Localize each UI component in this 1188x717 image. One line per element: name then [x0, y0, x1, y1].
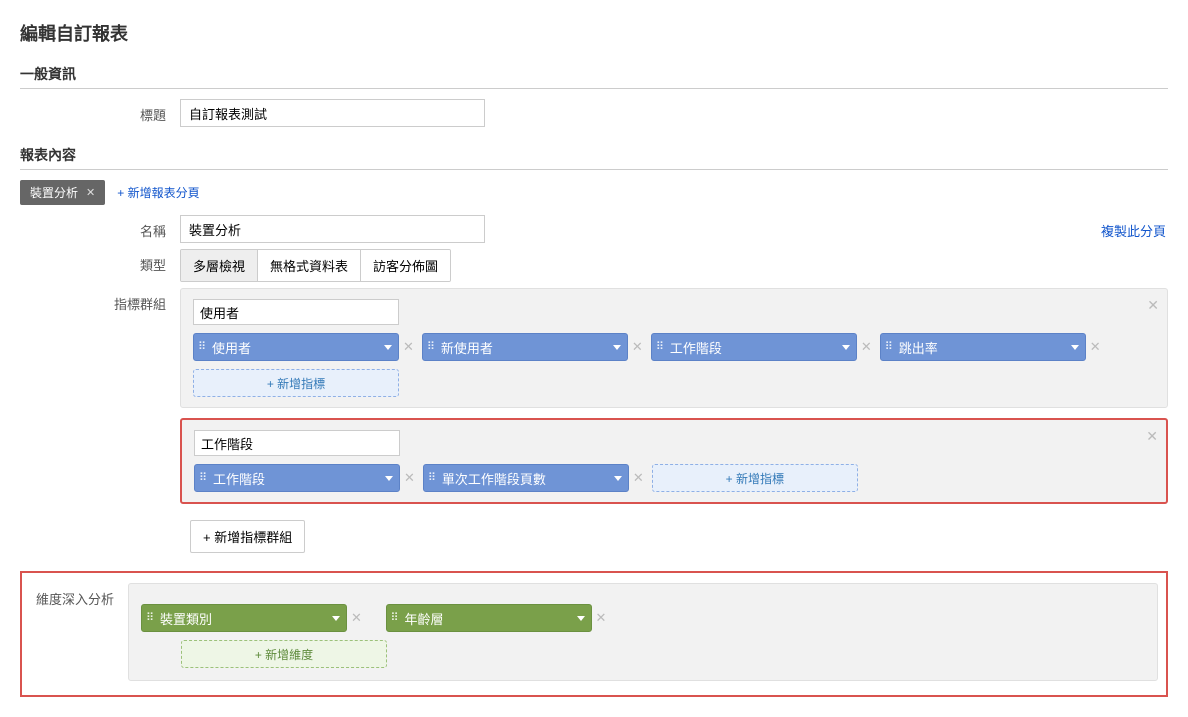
chevron-down-icon: [1071, 345, 1079, 350]
dimension-chip-age[interactable]: ⠿ 年齡層: [386, 604, 592, 632]
chevron-down-icon: [842, 345, 850, 350]
chevron-down-icon: [577, 616, 585, 621]
chevron-down-icon: [614, 476, 622, 481]
drag-handle-icon[interactable]: ⠿: [656, 343, 666, 351]
remove-dimension-icon[interactable]: ✕: [351, 610, 362, 626]
name-input[interactable]: [180, 215, 485, 243]
metric-chip-new-users[interactable]: ⠿ 新使用者: [422, 333, 628, 361]
remove-metric-icon[interactable]: ✕: [403, 339, 414, 355]
metric-chip-bounce-rate[interactable]: ⠿ 跳出率: [880, 333, 1086, 361]
metric-group-name-input[interactable]: [193, 299, 399, 325]
drag-handle-icon[interactable]: ⠿: [428, 474, 438, 482]
metric-chip-sessions[interactable]: ⠿ 工作階段: [194, 464, 400, 492]
remove-metric-icon[interactable]: ✕: [861, 339, 872, 355]
metric-group-name-input[interactable]: [194, 430, 400, 456]
drag-handle-icon[interactable]: ⠿: [146, 614, 156, 622]
tab-close-icon[interactable]: ✕: [86, 186, 95, 199]
metric-chip-users[interactable]: ⠿ 使用者: [193, 333, 399, 361]
drag-handle-icon[interactable]: ⠿: [427, 343, 437, 351]
add-metric-group-button[interactable]: + 新增指標群組: [190, 520, 305, 553]
add-metric-button[interactable]: + 新增指標: [652, 464, 858, 492]
duplicate-tab-link[interactable]: 複製此分頁: [1101, 221, 1166, 240]
remove-metric-icon[interactable]: ✕: [632, 339, 643, 355]
metric-group-1: ✕ ⠿ 使用者 ✕ ⠿ 新使用者: [180, 288, 1168, 408]
add-tab-link[interactable]: + 新增報表分頁: [117, 184, 199, 201]
drag-handle-icon[interactable]: ⠿: [391, 614, 401, 622]
add-dimension-button[interactable]: + 新增維度: [181, 640, 387, 668]
dimension-chip-device-category[interactable]: ⠿ 裝置類別: [141, 604, 347, 632]
title-input[interactable]: [180, 99, 485, 127]
remove-dimension-icon[interactable]: ✕: [596, 610, 607, 626]
add-metric-button[interactable]: + 新增指標: [193, 369, 399, 397]
remove-metric-icon[interactable]: ✕: [633, 470, 644, 486]
type-flat-table[interactable]: 無格式資料表: [258, 250, 361, 281]
type-multi-layer[interactable]: 多層檢視: [181, 250, 258, 281]
report-type-group: 多層檢視 無格式資料表 訪客分佈圖: [180, 249, 451, 282]
dimension-drilldown-panel: ⠿ 裝置類別 ✕ ⠿ 年齡層 ✕: [128, 583, 1158, 681]
metric-group-label: 指標群組: [20, 288, 180, 313]
tab-device-analysis[interactable]: 裝置分析 ✕: [20, 180, 105, 205]
drag-handle-icon[interactable]: ⠿: [199, 474, 209, 482]
chevron-down-icon: [332, 616, 340, 621]
content-heading: 報表內容: [20, 145, 1168, 170]
page-title: 編輯自訂報表: [20, 20, 1168, 46]
dimension-label: 維度深入分析: [30, 583, 128, 608]
remove-metric-icon[interactable]: ✕: [404, 470, 415, 486]
remove-group-icon[interactable]: ✕: [1146, 428, 1158, 445]
chevron-down-icon: [384, 345, 392, 350]
dimension-section-highlight: 維度深入分析 ⠿ 裝置類別 ✕ ⠿ 年齡層: [20, 571, 1168, 697]
general-heading: 一般資訊: [20, 64, 1168, 89]
remove-metric-icon[interactable]: ✕: [1090, 339, 1101, 355]
title-label: 標題: [20, 99, 180, 124]
metric-group-2: ✕ ⠿ 工作階段 ✕ ⠿ 單次工作階段頁數: [180, 418, 1168, 504]
chevron-down-icon: [385, 476, 393, 481]
type-label: 類型: [20, 249, 180, 274]
remove-group-icon[interactable]: ✕: [1147, 297, 1159, 314]
drag-handle-icon[interactable]: ⠿: [198, 343, 208, 351]
name-label: 名稱: [20, 215, 180, 240]
tab-label: 裝置分析: [30, 184, 78, 201]
type-visitor-map[interactable]: 訪客分佈圖: [361, 250, 450, 281]
metric-chip-pages-per-session[interactable]: ⠿ 單次工作階段頁數: [423, 464, 629, 492]
metric-chip-sessions[interactable]: ⠿ 工作階段: [651, 333, 857, 361]
drag-handle-icon[interactable]: ⠿: [885, 343, 895, 351]
chevron-down-icon: [613, 345, 621, 350]
